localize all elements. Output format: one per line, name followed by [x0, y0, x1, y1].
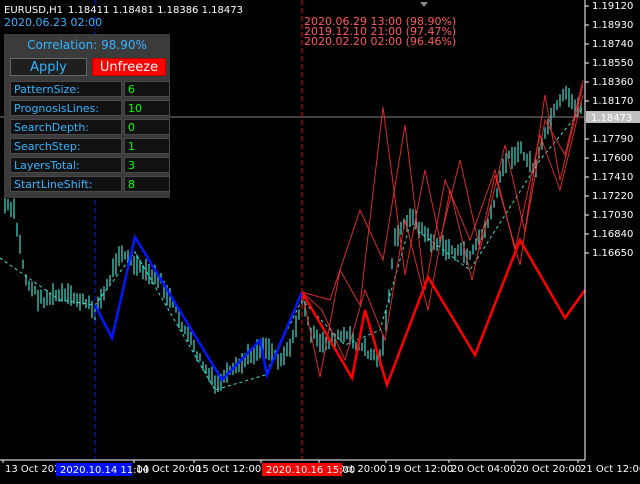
price-tick-label: 1.18170 [592, 96, 633, 107]
price-tick-label: 1.16650 [592, 248, 633, 259]
ohlc-label: 1.18411 1.18481 1.18386 1.18473 [68, 5, 243, 16]
param-label: SearchDepth: [10, 119, 122, 135]
price-tick-label: 1.18360 [592, 77, 633, 88]
time-tick-label: 15 Oct 12:00 [196, 464, 261, 475]
time-tick-label: 19 Oct 12:00 [388, 464, 453, 475]
shift-marker-icon [420, 2, 428, 7]
unfreeze-button[interactable]: Unfreeze [92, 58, 166, 76]
chart-window[interactable]: 1.19120 1.18930 1.18740 1.18550 1.18360 1.181… [0, 0, 640, 480]
pattern-size-input[interactable] [124, 81, 170, 97]
main-prognosis-line [300, 237, 587, 389]
settings-panel: Correlation: 98.90% Apply Unfreeze Patte… [4, 34, 170, 198]
time-tick-label: 20 Oct 04:00 [451, 464, 516, 475]
price-tick-label: 1.18740 [592, 39, 633, 50]
symbol-label: EURUSD,H1 [4, 5, 63, 16]
param-label: LayersTotal: [10, 157, 122, 173]
search-depth-input[interactable] [124, 119, 170, 135]
pattern-start-label: 2020.10.14 11:00 [60, 465, 149, 476]
correlation-label: Correlation: 98.90% [27, 38, 147, 52]
apply-button[interactable]: Apply [10, 58, 87, 76]
match-label: 2020.02.20 02:00 (96.46%) [304, 35, 456, 48]
price-tick-label: 1.18930 [592, 20, 633, 31]
pattern-end-label: 2020.10.16 15:00 [266, 465, 355, 476]
price-tick-label: 1.17410 [592, 172, 633, 183]
search-step-input[interactable] [124, 138, 170, 154]
price-tick-label: 1.17790 [592, 134, 633, 145]
param-label: PatternSize: [10, 81, 122, 97]
current-price-label: 1.18473 [591, 113, 632, 124]
price-tick-label: 1.17030 [592, 210, 633, 221]
price-tick-label: 1.16840 [592, 229, 633, 240]
layers-total-input[interactable] [124, 157, 170, 173]
prognosis-lines-input[interactable] [124, 100, 170, 116]
param-label: StartLineShift: [10, 176, 122, 192]
start-line-shift-input[interactable] [124, 176, 170, 192]
prognosis-line [301, 84, 584, 362]
cursor-time-label: 2020.06.23 02:00 [4, 16, 102, 29]
param-label: PrognosisLines: [10, 100, 122, 116]
param-label: SearchStep: [10, 138, 122, 154]
time-tick-label: 21 Oct 12:00 [580, 464, 640, 475]
price-tick-label: 1.17600 [592, 153, 633, 164]
price-tick-label: 1.18550 [592, 58, 633, 69]
pattern-line [93, 233, 304, 383]
price-tick-label: 1.19120 [592, 1, 633, 12]
price-tick-label: 1.17220 [592, 191, 633, 202]
time-tick-label: 20 Oct 20:00 [516, 464, 581, 475]
